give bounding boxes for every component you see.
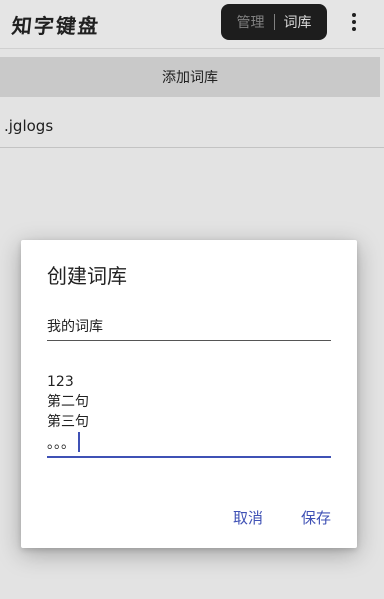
save-button[interactable]: 保存	[301, 507, 331, 528]
wordbank-name-field[interactable]: 我的词库	[47, 316, 331, 341]
create-wordbank-dialog: 创建词库 我的词库 123 第二句 第三句 。。。 取消 保存	[21, 240, 357, 548]
content-line-last: 。。。	[47, 432, 331, 454]
content-line: 第三句	[47, 414, 89, 430]
text-cursor	[78, 432, 80, 452]
dialog-actions: 取消 保存	[233, 507, 331, 528]
cancel-button[interactable]: 取消	[233, 507, 263, 528]
content-line-text: 。。。	[47, 436, 75, 452]
dialog-title: 创建词库	[47, 264, 127, 288]
content-line: 123	[47, 374, 74, 390]
wordbank-content-field[interactable]: 123 第二句 第三句 。。。	[47, 370, 331, 458]
content-line: 第二句	[47, 394, 89, 410]
